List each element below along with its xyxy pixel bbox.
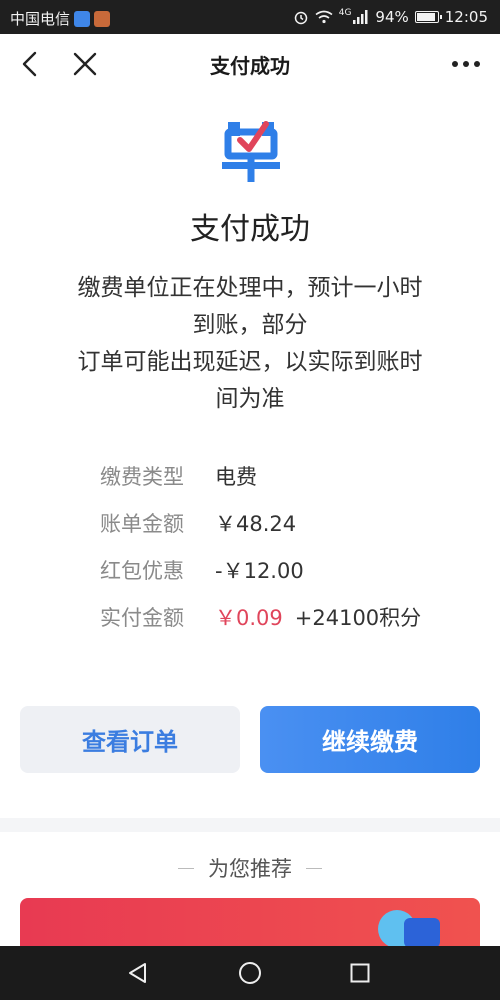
system-back-button[interactable] bbox=[123, 958, 153, 988]
detail-value: ￥48.24 bbox=[215, 511, 297, 536]
signal-icon bbox=[353, 10, 368, 24]
recommend-header: 为您推荐 bbox=[0, 850, 500, 886]
success-title: 支付成功 bbox=[190, 212, 310, 247]
notice-line: 缴费单位正在处理中，预计一小时 bbox=[77, 275, 423, 301]
network-type: 4G bbox=[338, 8, 352, 18]
bill-logo-icon bbox=[222, 121, 280, 182]
status-bar: 中国电信 4G 94% 12:05 bbox=[0, 0, 500, 34]
points-used: +24100积分 bbox=[294, 605, 422, 630]
page-title: 支付成功 bbox=[210, 54, 290, 78]
alarm-icon bbox=[294, 11, 307, 25]
section-divider bbox=[0, 818, 500, 832]
clock: 12:05 bbox=[444, 8, 488, 26]
system-nav-bar bbox=[0, 946, 500, 1000]
detail-row-paid-amount: 实付金额 ￥0.09 +24100积分 bbox=[100, 593, 480, 640]
divider-line bbox=[178, 867, 194, 869]
promo-banner[interactable] bbox=[20, 898, 480, 946]
more-button[interactable] bbox=[446, 44, 486, 84]
detail-row-payment-type: 缴费类型 电费 bbox=[100, 452, 480, 499]
notice-line: 间为准 bbox=[215, 386, 285, 412]
detail-row-bill-amount: 账单金额 ￥48.24 bbox=[100, 499, 480, 546]
battery-icon bbox=[414, 11, 442, 23]
triangle-back-icon bbox=[129, 963, 146, 983]
square-recents-icon bbox=[350, 963, 370, 983]
detail-label: 实付金额 bbox=[100, 605, 184, 630]
detail-value: -￥12.00 bbox=[215, 558, 304, 583]
app-notification-icon bbox=[74, 10, 91, 27]
notice-line: 订单可能出现延迟，以实际到账时 bbox=[77, 349, 423, 375]
carrier-name: 中国电信 bbox=[10, 10, 71, 28]
more-dots-icon bbox=[452, 61, 480, 67]
notice-line: 到账，部分 bbox=[192, 312, 308, 338]
system-recents-button[interactable] bbox=[345, 958, 375, 988]
system-home-button[interactable] bbox=[235, 958, 265, 988]
paid-amount: ￥0.09 bbox=[215, 605, 283, 630]
processing-notice: 缴费单位正在处理中，预计一小时 到账，部分 订单可能出现延迟，以实际到账时 间为… bbox=[40, 270, 460, 418]
detail-row-discount: 红包优惠 -￥12.00 bbox=[100, 546, 480, 593]
circle-home-icon bbox=[239, 962, 261, 984]
detail-label: 账单金额 bbox=[100, 511, 184, 536]
divider-line bbox=[306, 867, 322, 869]
recommend-title: 为您推荐 bbox=[208, 857, 292, 881]
detail-label: 红包优惠 bbox=[100, 558, 184, 583]
battery-percent: 94% bbox=[375, 8, 409, 26]
detail-label: 缴费类型 bbox=[100, 464, 184, 489]
banner-illustration bbox=[378, 910, 442, 946]
wifi-icon bbox=[315, 10, 333, 24]
view-order-button[interactable]: 查看订单 bbox=[20, 706, 240, 773]
detail-value: 电费 bbox=[215, 464, 257, 489]
continue-pay-button[interactable]: 继续缴费 bbox=[260, 706, 480, 773]
nav-bar: 支付成功 bbox=[0, 34, 500, 94]
payment-details: 缴费类型 电费 账单金额 ￥48.24 红包优惠 -￥12.00 实付金额 ￥0… bbox=[100, 452, 480, 640]
app-notification-icon bbox=[94, 10, 111, 27]
